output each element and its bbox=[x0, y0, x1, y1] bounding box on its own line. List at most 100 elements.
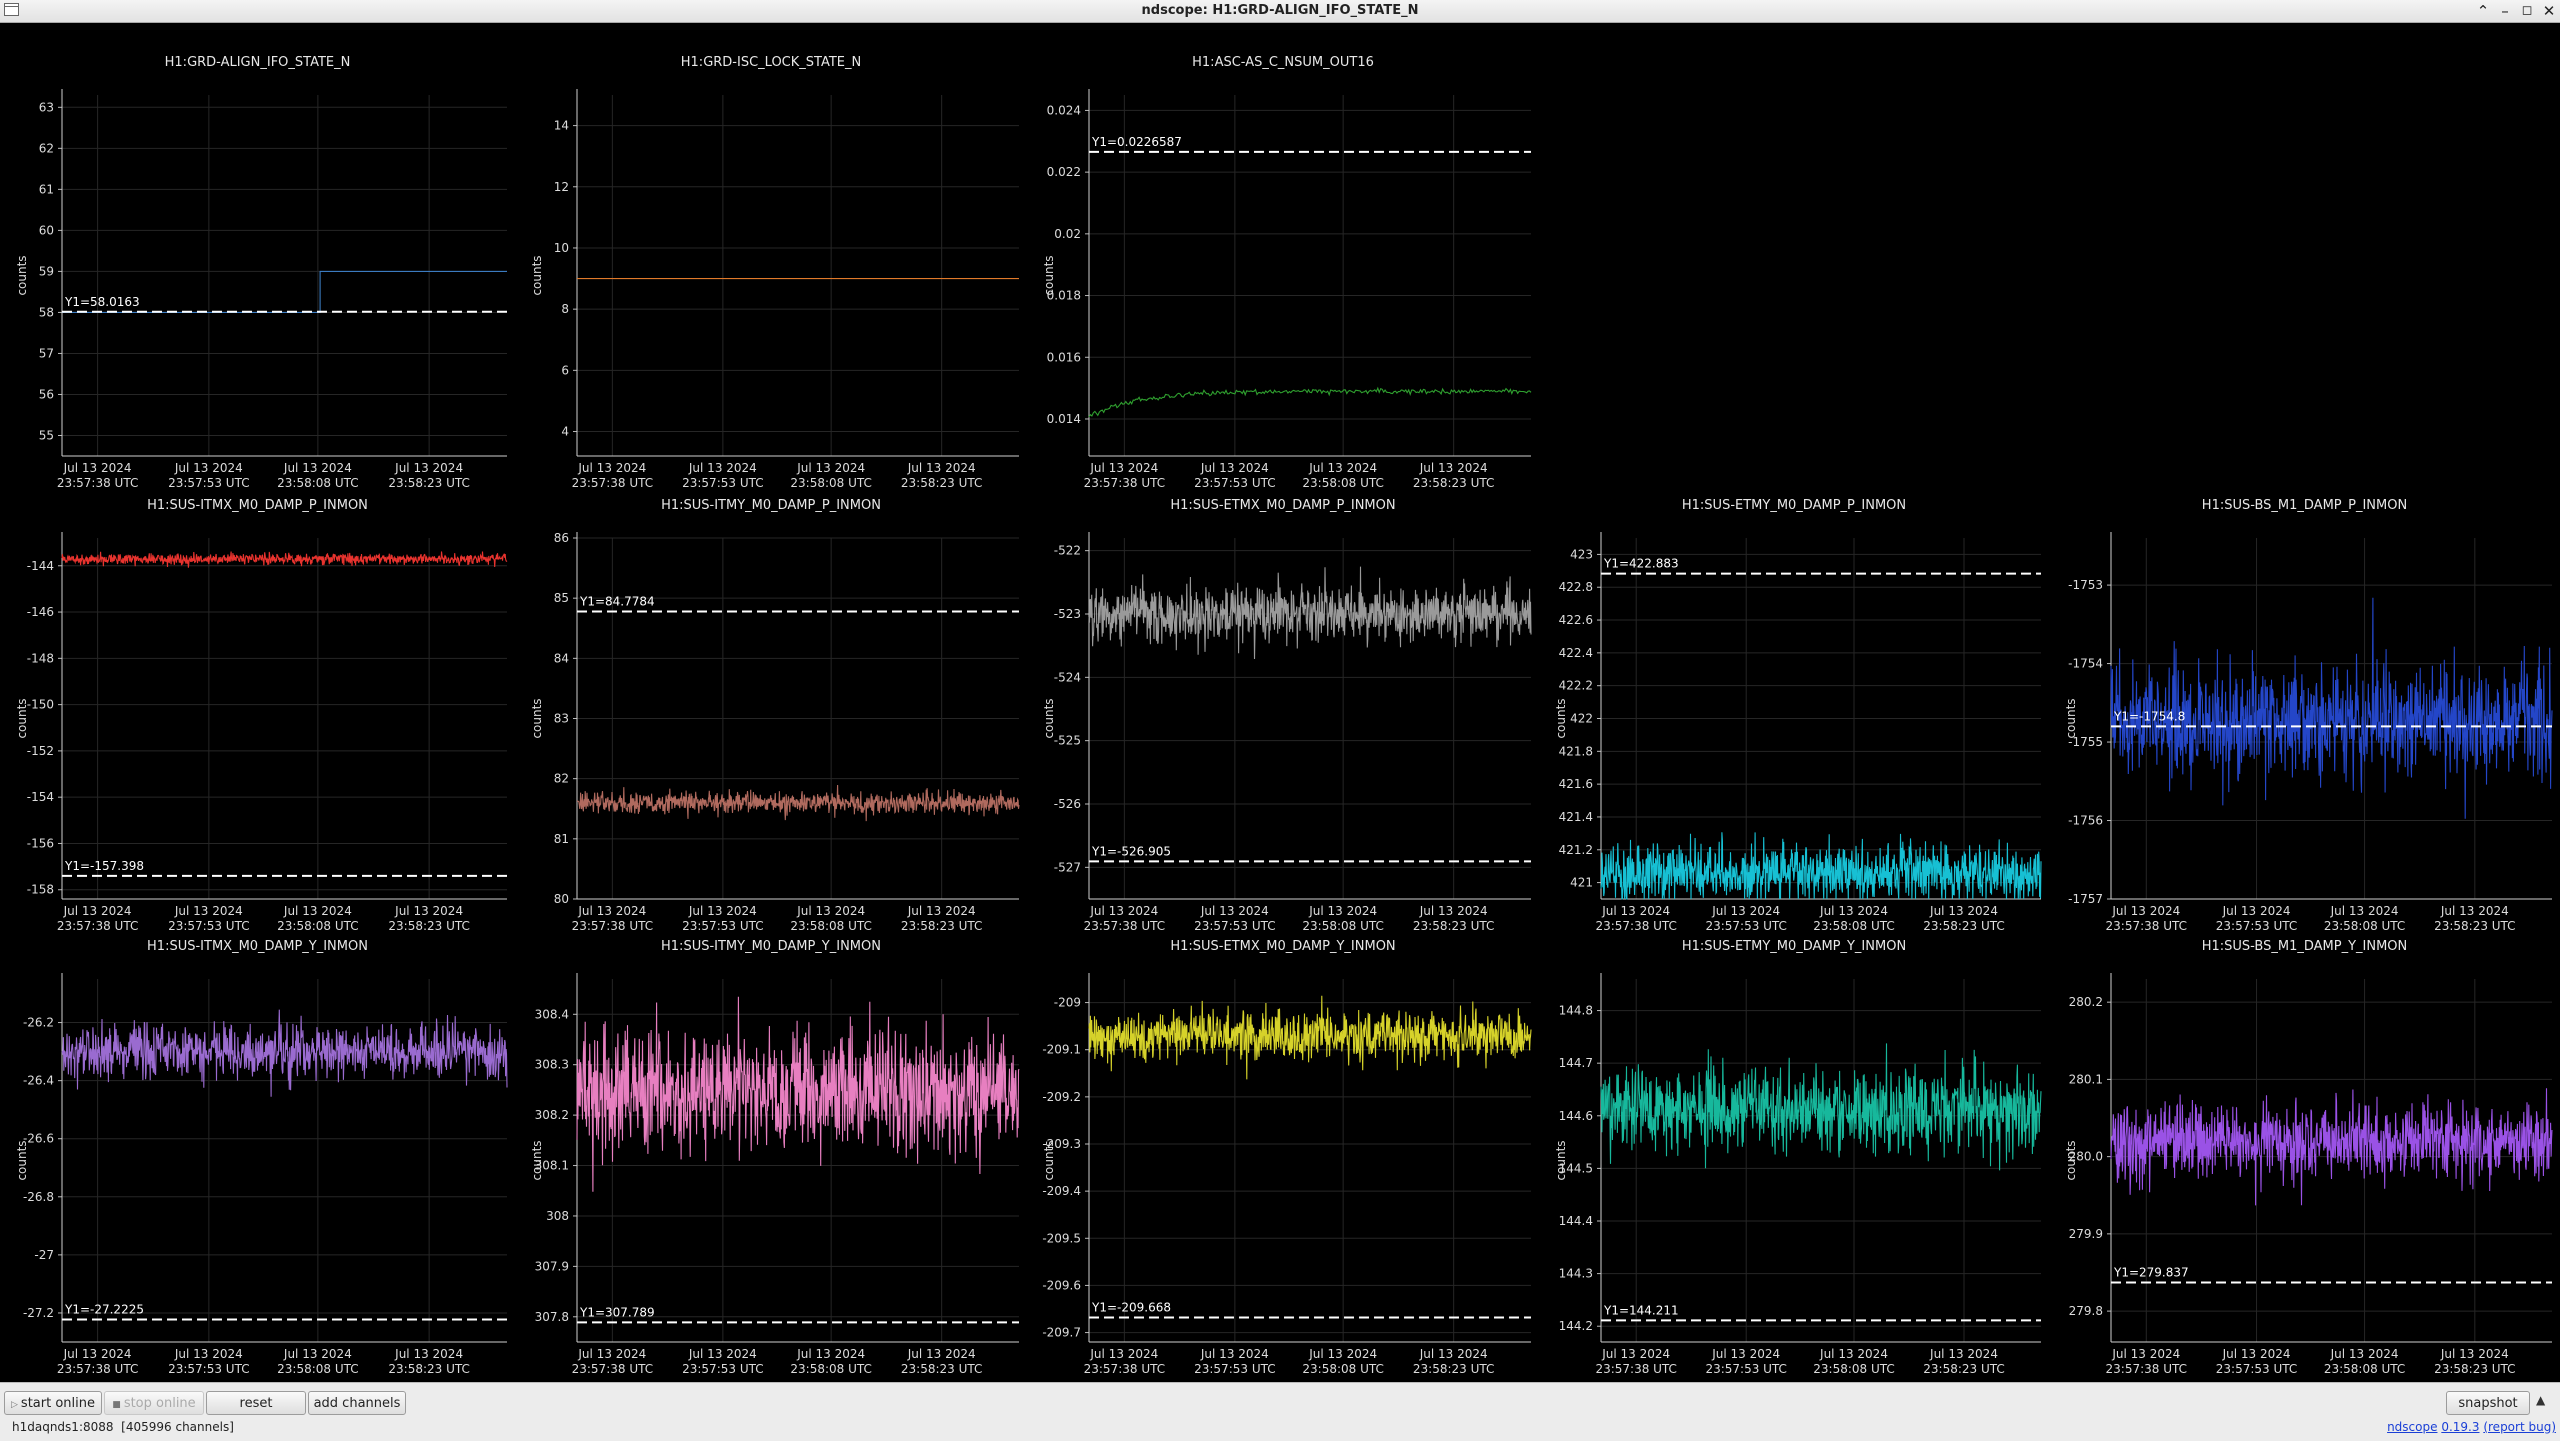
x-tick-time: 23:57:53 UTC bbox=[2216, 1362, 2298, 1376]
y-tick-label: 144.7 bbox=[1559, 1056, 1593, 1070]
y-tick-label: 421 bbox=[1570, 876, 1593, 890]
maximize-icon[interactable]: ◻ bbox=[2516, 0, 2538, 22]
plot-sus-itmy-damp-y[interactable]: H1:SUS-ITMY_M0_DAMP_Y_INMON Jul 13 2024 23… bbox=[515, 931, 1027, 1380]
x-tick-time: 23:57:53 UTC bbox=[1194, 476, 1276, 490]
y-tick-label: 279.8 bbox=[2069, 1304, 2103, 1318]
plot-canvas[interactable]: Jul 13 202423:57:38 UTCJul 13 202423:57:… bbox=[1539, 490, 2049, 937]
version-link[interactable]: 0.19.3 bbox=[2441, 1420, 2479, 1434]
reset-button[interactable]: reset bbox=[206, 1391, 306, 1415]
x-tick-date: Jul 13 2024 bbox=[1308, 904, 1377, 918]
plot-canvas[interactable]: Jul 13 202423:57:38 UTCJul 13 202423:57:… bbox=[2049, 931, 2560, 1380]
y-tick-label: -148 bbox=[27, 651, 54, 665]
x-tick-time: 23:57:38 UTC bbox=[57, 476, 139, 490]
y1-cursor-label: Y1=-157.398 bbox=[64, 859, 144, 873]
x-tick-time: 23:58:08 UTC bbox=[790, 1362, 872, 1376]
x-tick-date: Jul 13 2024 bbox=[2111, 904, 2180, 918]
add-channels-button[interactable]: add channels bbox=[308, 1391, 406, 1415]
minimize-icon[interactable]: – bbox=[2494, 0, 2516, 22]
plot-sus-itmx-damp-p[interactable]: H1:SUS-ITMX_M0_DAMP_P_INMON Jul 13 2024 23… bbox=[0, 490, 515, 937]
plot-sus-itmx-damp-y[interactable]: H1:SUS-ITMX_M0_DAMP_Y_INMON Jul 13 2024 23… bbox=[0, 931, 515, 1380]
y-tick-label: 86 bbox=[554, 531, 569, 545]
y-axis-label: counts bbox=[530, 698, 544, 738]
y-axis-label: counts bbox=[15, 1140, 29, 1180]
y-tick-label: -26.2 bbox=[23, 1016, 54, 1030]
y-tick-label: 144.2 bbox=[1559, 1319, 1593, 1333]
y-tick-label: -1756 bbox=[2068, 814, 2103, 828]
y-axis-label: counts bbox=[1042, 1140, 1056, 1180]
y-tick-label: -522 bbox=[1054, 544, 1081, 558]
plot-sus-etmy-damp-y[interactable]: H1:SUS-ETMY_M0_DAMP_Y_INMON Jul 13 2024 23… bbox=[1539, 931, 2049, 1380]
x-tick-date: Jul 13 2024 bbox=[796, 1347, 865, 1361]
x-tick-date: Jul 13 2024 bbox=[2440, 904, 2509, 918]
plot-canvas[interactable]: Jul 13 202423:57:38 UTCJul 13 202423:57:… bbox=[1027, 931, 1539, 1380]
plot-grd-align-ifo-state[interactable]: H1:GRD-ALIGN_IFO_STATE_N Jul 13 2024 23:57… bbox=[0, 47, 515, 494]
y-tick-label: 63 bbox=[39, 100, 54, 114]
y-tick-label: 4 bbox=[561, 425, 569, 439]
x-tick-date: Jul 13 2024 bbox=[1929, 904, 1998, 918]
x-tick-date: Jul 13 2024 bbox=[1819, 904, 1888, 918]
series-trace bbox=[1088, 386, 1532, 418]
y-tick-label: -144 bbox=[27, 559, 54, 573]
x-tick-date: Jul 13 2024 bbox=[1308, 461, 1377, 475]
stop-icon: ■ bbox=[112, 1400, 121, 1410]
y1-cursor-label: Y1=-209.668 bbox=[1091, 1300, 1171, 1314]
y-tick-label: -27.2 bbox=[23, 1306, 54, 1320]
series-trace bbox=[2110, 597, 2553, 819]
y-tick-label: 422.8 bbox=[1559, 580, 1593, 594]
plot-sus-etmy-damp-p[interactable]: H1:SUS-ETMY_M0_DAMP_P_INMON Jul 13 2024 23… bbox=[1539, 490, 2049, 937]
start-online-button[interactable]: ▷ start online bbox=[4, 1391, 102, 1415]
close-icon[interactable]: ✕ bbox=[2538, 0, 2560, 22]
plot-canvas[interactable]: Jul 13 202423:57:38 UTCJul 13 202423:57:… bbox=[0, 47, 515, 494]
y-tick-label: 280.1 bbox=[2069, 1072, 2103, 1086]
x-tick-date: Jul 13 2024 bbox=[2330, 904, 2399, 918]
plot-sus-itmy-damp-p[interactable]: H1:SUS-ITMY_M0_DAMP_P_INMON Jul 13 2024 23… bbox=[515, 490, 1027, 937]
plot-sus-bs-damp-p[interactable]: H1:SUS-BS_M1_DAMP_P_INMON Jul 13 2024 23:5… bbox=[2049, 490, 2560, 937]
plot-canvas[interactable]: Jul 13 202423:57:38 UTCJul 13 202423:57:… bbox=[1027, 47, 1539, 494]
minimize-up-icon[interactable]: ⌃ bbox=[2472, 0, 2494, 22]
plot-canvas[interactable]: Jul 13 202423:57:38 UTCJul 13 202423:57:… bbox=[1027, 490, 1539, 937]
plot-canvas[interactable]: Jul 13 202423:57:38 UTCJul 13 202423:57:… bbox=[1539, 931, 2049, 1380]
y-tick-label: -526 bbox=[1054, 797, 1081, 811]
plot-canvas[interactable]: Jul 13 202423:57:38 UTCJul 13 202423:57:… bbox=[2049, 490, 2560, 937]
report-bug-link[interactable]: (report bug) bbox=[2483, 1420, 2556, 1434]
y-axis-label: counts bbox=[15, 255, 29, 295]
ndscope-link[interactable]: ndscope bbox=[2387, 1420, 2437, 1434]
x-tick-date: Jul 13 2024 bbox=[2330, 1347, 2399, 1361]
y-axis-label: counts bbox=[15, 698, 29, 738]
plot-canvas[interactable]: Jul 13 202423:57:38 UTCJul 13 202423:57:… bbox=[0, 931, 515, 1380]
x-tick-date: Jul 13 2024 bbox=[577, 1347, 646, 1361]
series-trace bbox=[1088, 566, 1532, 660]
y-tick-label: -1753 bbox=[2068, 578, 2103, 592]
snapshot-button[interactable]: snapshot bbox=[2446, 1391, 2530, 1415]
chevron-up-icon[interactable]: ▲ bbox=[2536, 1393, 2545, 1407]
plot-sus-etmx-damp-y[interactable]: H1:SUS-ETMX_M0_DAMP_Y_INMON Jul 13 2024 23… bbox=[1027, 931, 1539, 1380]
plot-grd-isc-lock-state[interactable]: H1:GRD-ISC_LOCK_STATE_N Jul 13 2024 23:57:… bbox=[515, 47, 1027, 494]
y-axis-label: counts bbox=[2064, 698, 2078, 738]
x-tick-date: Jul 13 2024 bbox=[1419, 461, 1488, 475]
y-tick-label: 422.4 bbox=[1559, 646, 1593, 660]
version-info: ndscope 0.19.3 (report bug) bbox=[2387, 1420, 2556, 1434]
y-tick-label: 62 bbox=[39, 141, 54, 155]
y-tick-label: 0.022 bbox=[1047, 165, 1081, 179]
x-tick-date: Jul 13 2024 bbox=[907, 461, 976, 475]
y-tick-label: -27 bbox=[34, 1248, 54, 1262]
y-tick-label: -26.8 bbox=[23, 1190, 54, 1204]
plot-sus-bs-damp-y[interactable]: H1:SUS-BS_M1_DAMP_Y_INMON Jul 13 2024 23:5… bbox=[2049, 931, 2560, 1380]
status-text: h1daqnds1:8088 [405996 channels] bbox=[12, 1420, 234, 1434]
plot-sus-etmx-damp-p[interactable]: H1:SUS-ETMX_M0_DAMP_P_INMON Jul 13 2024 23… bbox=[1027, 490, 1539, 937]
plot-canvas[interactable]: Jul 13 202423:57:38 UTCJul 13 202423:57:… bbox=[515, 47, 1027, 494]
y-axis-label: counts bbox=[530, 255, 544, 295]
plot-canvas[interactable]: Jul 13 202423:57:38 UTCJul 13 202423:57:… bbox=[515, 931, 1027, 1380]
x-tick-date: Jul 13 2024 bbox=[174, 904, 243, 918]
x-tick-date: Jul 13 2024 bbox=[394, 461, 463, 475]
bottom-toolbar: ▷ start online ■ stop online reset add cha… bbox=[0, 1382, 2560, 1441]
server-address: h1daqnds1:8088 bbox=[12, 1420, 114, 1434]
y-tick-label: 6 bbox=[561, 363, 569, 377]
y-tick-label: 82 bbox=[554, 772, 569, 786]
y-tick-label: 144.4 bbox=[1559, 1214, 1593, 1228]
plot-canvas[interactable]: Jul 13 202423:57:38 UTCJul 13 202423:57:… bbox=[515, 490, 1027, 937]
y1-cursor-label: Y1=422.883 bbox=[1603, 557, 1679, 571]
plot-canvas[interactable]: Jul 13 202423:57:38 UTCJul 13 202423:57:… bbox=[0, 490, 515, 937]
stop-online-button[interactable]: ■ stop online bbox=[104, 1391, 204, 1415]
plot-asc-as-c-nsum[interactable]: H1:ASC-AS_C_NSUM_OUT16 Jul 13 2024 23:57:3… bbox=[1027, 47, 1539, 494]
